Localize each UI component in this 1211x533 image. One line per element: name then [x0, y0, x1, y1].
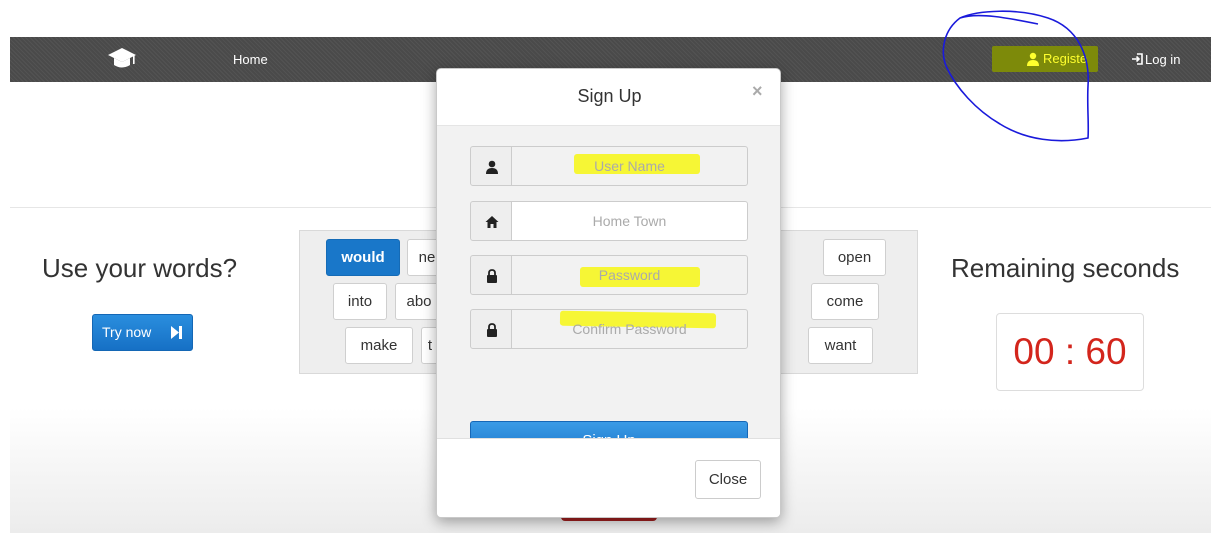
use-words-heading: Use your words? — [42, 253, 238, 283]
confirm-password-field — [470, 309, 748, 349]
home-icon — [485, 216, 499, 228]
nav-login-label: Log in — [1145, 52, 1181, 67]
try-now-button[interactable]: Try now — [92, 314, 193, 351]
try-now-label: Try now — [102, 324, 152, 340]
user-icon — [1027, 52, 1039, 66]
confirm-password-addon — [470, 309, 512, 349]
username-addon — [470, 146, 512, 186]
password-input[interactable] — [511, 255, 748, 295]
modal-footer: Close — [437, 438, 780, 517]
nav-register-label: Registe — [1043, 51, 1088, 66]
nav-home-link[interactable]: Home — [233, 52, 268, 67]
nav-register-link[interactable]: Registe — [992, 46, 1098, 72]
username-field — [470, 146, 748, 186]
remaining-seconds-heading: Remaining seconds — [951, 253, 1180, 283]
hometown-input[interactable] — [511, 201, 748, 241]
word-chip[interactable]: into — [333, 283, 387, 320]
hometown-addon — [470, 201, 512, 241]
login-icon — [1132, 53, 1143, 65]
signup-modal: Sign Up × User Name Home Town Close — [436, 68, 781, 518]
word-chip[interactable]: want — [808, 327, 873, 364]
word-chip[interactable]: come — [811, 283, 879, 320]
hometown-field — [470, 201, 748, 241]
modal-close-icon[interactable]: × — [752, 81, 763, 102]
password-addon — [470, 255, 512, 295]
step-forward-icon — [171, 326, 182, 339]
password-field — [470, 255, 748, 295]
graduation-cap-icon[interactable] — [106, 46, 138, 72]
word-chip[interactable]: make — [345, 327, 413, 364]
close-button[interactable]: Close — [695, 460, 761, 499]
countdown-timer: 00 : 60 — [996, 313, 1144, 391]
word-chip[interactable]: open — [823, 239, 886, 276]
nav-login-link[interactable]: Log in — [1131, 52, 1180, 67]
modal-header: Sign Up × — [437, 69, 780, 126]
user-icon — [486, 160, 498, 174]
lock-icon — [487, 269, 497, 283]
username-input[interactable] — [511, 146, 748, 186]
word-chip[interactable]: would — [326, 239, 400, 276]
lock-icon — [487, 323, 497, 337]
modal-body: Sign Up — [437, 126, 780, 460]
modal-title: Sign Up — [577, 86, 642, 106]
confirm-password-input[interactable] — [511, 309, 748, 349]
